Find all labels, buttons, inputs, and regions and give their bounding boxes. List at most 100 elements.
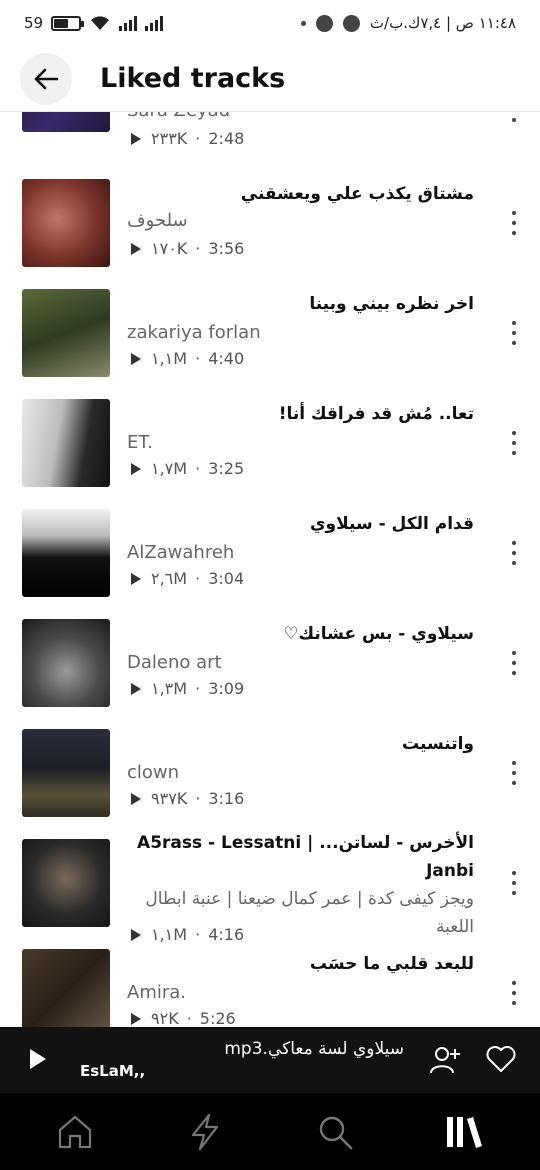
track-meta: ٩٣٧K · 3:16 xyxy=(131,789,244,808)
track-artist: zakariya forlan xyxy=(127,322,261,343)
play-count: ١,٧M xyxy=(151,459,188,478)
track-artist: AlZawahreh xyxy=(127,542,235,563)
track-duration: 4:16 xyxy=(208,925,245,944)
play-count-icon xyxy=(131,242,141,255)
track-title: اخر نظره بيني وبينا xyxy=(309,294,474,314)
signal-icon xyxy=(119,15,138,31)
track-meta: ١,٧M · 3:25 xyxy=(131,459,244,478)
track-title: مشتاق يكذب علي ويعشقني xyxy=(240,184,474,204)
more-options-icon[interactable] xyxy=(508,871,520,895)
track-meta: ٢,٦M · 3:04 xyxy=(131,569,244,588)
track-artist: Amira. xyxy=(127,982,187,1003)
track-title-line-2: ويجز كيفى كدة | عمر كمال ضيعنا | عنبة اب… xyxy=(145,889,474,909)
whatsapp-icon xyxy=(342,14,360,32)
notification-dot-icon xyxy=(300,20,306,26)
meta-separator: · xyxy=(195,459,201,478)
meta-separator: · xyxy=(195,129,201,148)
mini-player[interactable]: سيلاوي لسة معاكي.mp3 EsLaM,, xyxy=(0,1027,540,1093)
track-title: تعا.. مُش قد فراقك أنا! xyxy=(278,404,474,424)
play-count: ٢٣٣K xyxy=(151,129,188,148)
track-duration: 4:40 xyxy=(208,349,245,368)
status-time: ١١:٤٨ ص | ٧,٤ك.ب/ث xyxy=(369,14,516,32)
play-count: ٩٣٧K xyxy=(151,789,188,808)
more-options-icon[interactable] xyxy=(508,112,520,122)
more-options-icon[interactable] xyxy=(508,211,520,235)
play-count-icon xyxy=(131,792,141,805)
track-artwork xyxy=(22,949,110,1027)
more-options-icon[interactable] xyxy=(508,541,520,565)
track-meta: ١,١M · 4:16 xyxy=(131,925,244,944)
play-count: ١,٣M xyxy=(151,679,188,698)
track-row[interactable]: اخر نظره بيني وبينا zakariya forlan ١,١M… xyxy=(0,289,540,399)
messenger-icon xyxy=(315,14,333,32)
track-artist: Daleno art xyxy=(127,652,222,673)
player-artist: EsLaM,, xyxy=(80,1062,146,1080)
more-options-icon[interactable] xyxy=(508,651,520,675)
play-count-icon xyxy=(131,132,141,145)
meta-separator: · xyxy=(195,789,201,808)
track-artwork xyxy=(22,179,110,267)
app-header: Liked tracks xyxy=(0,46,540,112)
track-list[interactable]: Sara Zeyad ٢٣٣K · 2:48 مشتاق يكذب علي وي… xyxy=(0,112,540,1027)
more-options-icon[interactable] xyxy=(508,761,520,785)
page-title: Liked tracks xyxy=(100,63,286,94)
nav-feed[interactable] xyxy=(175,1102,235,1162)
track-duration: 3:04 xyxy=(208,569,245,588)
track-artwork xyxy=(22,399,110,487)
track-row[interactable]: تعا.. مُش قد فراقك أنا! ET. ١,٧M · 3:25 xyxy=(0,399,540,509)
signal-icon-2 xyxy=(145,15,164,31)
meta-separator: · xyxy=(195,679,201,698)
meta-separator: · xyxy=(186,1009,192,1027)
back-button[interactable] xyxy=(20,52,72,105)
play-count: ١,١M xyxy=(151,349,188,368)
play-count: ١,١M xyxy=(151,925,188,944)
home-icon xyxy=(58,1115,92,1148)
track-artwork xyxy=(22,839,110,927)
library-icon xyxy=(447,1116,482,1148)
track-row[interactable]: للبعد قلبي ما حسَب Amira. ٩٢K · 5:26 xyxy=(0,949,540,1027)
track-row[interactable]: قدام الكل - سيلاوي AlZawahreh ٢,٦M · 3:0… xyxy=(0,509,540,619)
nav-search[interactable] xyxy=(305,1102,365,1162)
play-count-icon xyxy=(131,928,141,941)
track-meta: ١,٣M · 3:09 xyxy=(131,679,244,698)
nav-library[interactable] xyxy=(435,1102,495,1162)
track-artist: clown xyxy=(127,762,180,783)
track-duration: 3:56 xyxy=(208,239,245,258)
meta-separator: · xyxy=(195,925,201,944)
track-duration: 2:48 xyxy=(208,129,245,148)
nav-home[interactable] xyxy=(45,1102,105,1162)
track-row[interactable]: واتنسيت clown ٩٣٧K · 3:16 xyxy=(0,729,540,839)
more-options-icon[interactable] xyxy=(508,431,520,455)
more-options-icon[interactable] xyxy=(508,321,520,345)
track-artwork xyxy=(22,112,110,132)
heart-icon[interactable] xyxy=(485,1043,517,1075)
add-user-icon[interactable] xyxy=(428,1043,462,1077)
track-row[interactable]: Sara Zeyad ٢٣٣K · 2:48 xyxy=(0,112,540,154)
wifi-icon xyxy=(91,16,110,30)
track-artwork xyxy=(22,509,110,597)
track-meta: ٢٣٣K · 2:48 xyxy=(131,129,244,148)
track-artwork xyxy=(22,619,110,707)
meta-separator: · xyxy=(195,569,201,588)
track-title: للبعد قلبي ما حسَب xyxy=(309,954,474,974)
track-duration: 5:26 xyxy=(199,1009,236,1027)
track-title-line-1: الأخرس - لساتن... | A5rass - Lessatni Ja… xyxy=(137,833,474,881)
track-artist: سلحوف xyxy=(127,210,188,231)
track-artwork xyxy=(22,729,110,817)
more-options-icon[interactable] xyxy=(508,981,520,1005)
feed-icon xyxy=(191,1113,219,1150)
track-title: سيلاوي - بس عشانك♡ xyxy=(283,624,474,644)
track-artist: ET. xyxy=(127,432,153,453)
track-duration: 3:25 xyxy=(208,459,245,478)
track-artist: Sara Zeyad xyxy=(127,112,230,121)
track-row[interactable]: الأخرس - لساتن... | A5rass - Lessatni Ja… xyxy=(0,833,540,959)
track-row[interactable]: سيلاوي - بس عشانك♡ Daleno art ١,٣M · 3:0… xyxy=(0,619,540,729)
play-count-icon xyxy=(131,352,141,365)
play-button[interactable] xyxy=(30,1049,46,1069)
meta-separator: · xyxy=(195,239,201,258)
track-meta: ١٧٠K · 3:56 xyxy=(131,239,244,258)
track-meta: ١,١M · 4:40 xyxy=(131,349,244,368)
track-title: واتنسيت xyxy=(402,734,474,754)
track-meta: ٩٢K · 5:26 xyxy=(131,1009,236,1027)
track-row[interactable]: مشتاق يكذب علي ويعشقني سلحوف ١٧٠K · 3:56 xyxy=(0,179,540,289)
